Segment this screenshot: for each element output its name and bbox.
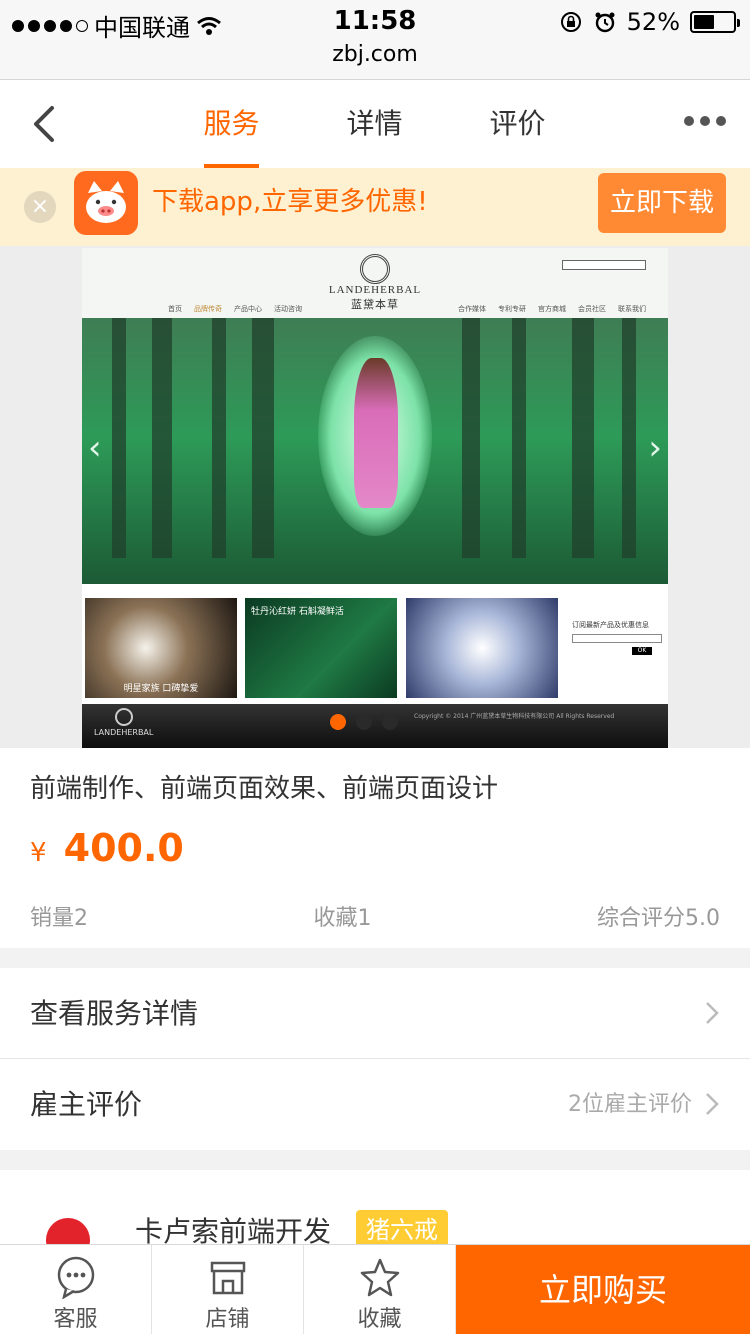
store-icon xyxy=(210,1261,245,1295)
preview-menu-item: 首页 xyxy=(168,305,182,313)
preview-model-figure xyxy=(354,358,398,508)
chevron-right-icon xyxy=(706,1002,719,1024)
tab-label: 收藏 xyxy=(357,1307,402,1332)
battery-percent: 52% xyxy=(626,8,680,36)
tab-details[interactable]: 详情 xyxy=(303,80,446,168)
customer-service-button[interactable]: 客服 xyxy=(0,1245,152,1334)
preview-thumbnails: 明星家族 口碑挚爱 牡丹沁红妍 石斛凝鲜活 订阅最新产品及优惠信息 OK xyxy=(82,590,668,702)
product-title: 前端制作、前端页面效果、前端页面设计 xyxy=(30,774,499,804)
brand-name: LANDEHERBAL xyxy=(328,284,422,296)
price-value: 400.0 xyxy=(63,826,184,870)
seller-avatar xyxy=(46,1218,90,1244)
preview-search-box xyxy=(562,260,646,270)
view-service-details-row[interactable]: 查看服务详情 xyxy=(0,968,750,1059)
link-rows: 查看服务详情 雇主评价 2位雇主评价 xyxy=(0,968,750,1150)
preview-menu-item: 专利专研 xyxy=(498,305,526,313)
seller-name: 卡卢索前端开发 xyxy=(135,1215,332,1244)
preview-subscribe: 订阅最新产品及优惠信息 OK xyxy=(572,620,664,655)
row-label: 雇主评价 xyxy=(30,1088,143,1121)
favorite-button[interactable]: 收藏 xyxy=(304,1245,456,1334)
thumb-caption: 明星家族 口碑挚爱 xyxy=(123,684,199,694)
footer-copyright: Copyright © 2014 广州蓝黛本草生物科技有限公司 All Righ… xyxy=(414,713,615,720)
carousel-dot[interactable] xyxy=(356,714,372,730)
buy-now-button[interactable]: 立即购买 xyxy=(456,1245,750,1334)
reviews-count: 2位雇主评价 xyxy=(568,1092,692,1117)
subscribe-title: 订阅最新产品及优惠信息 xyxy=(572,621,649,629)
tab-label: 店铺 xyxy=(205,1307,250,1332)
bottom-action-bar: 客服 店铺 收藏 立即购买 xyxy=(0,1244,750,1334)
system-indicators: 52% xyxy=(559,8,740,36)
footer-emblem-icon xyxy=(114,708,133,726)
preview-hero-forest: ‹ › xyxy=(82,318,668,584)
preview-header: LANDEHERBAL 蓝黛本草 首页 品牌传奇 产品中心 活动咨询 合作媒体 … xyxy=(82,248,668,318)
promo-message: 下载app,立享更多优惠! xyxy=(152,187,428,217)
product-image-area: LANDEHERBAL 蓝黛本草 首页 品牌传奇 产品中心 活动咨询 合作媒体 … xyxy=(0,246,750,748)
chevron-right-icon xyxy=(706,1093,719,1115)
preview-menu-item: 活动咨询 xyxy=(274,305,302,313)
top-nav: 服务 详情 评价 xyxy=(0,80,750,168)
product-info: 前端制作、前端页面效果、前端页面设计 ¥ 400.0 销量2 收藏1 综合评分5… xyxy=(0,748,750,948)
thumb-caption: 牡丹沁红妍 石斛凝鲜活 xyxy=(251,607,344,617)
alarm-icon xyxy=(595,12,615,33)
preview-menu-item: 品牌传奇 xyxy=(194,305,222,313)
status-bar: 中国联通 11:58 52% zbj.com xyxy=(0,0,750,80)
favorites-count: 收藏1 xyxy=(313,906,372,931)
overall-rating: 综合评分5.0 xyxy=(597,906,720,931)
back-arrow-icon[interactable] xyxy=(28,100,68,148)
pig-logo-icon xyxy=(74,171,138,235)
tab-reviews[interactable]: 评价 xyxy=(446,80,589,168)
carousel-dot[interactable] xyxy=(330,714,346,730)
preview-next-arrow-icon: › xyxy=(648,428,662,468)
battery-icon xyxy=(690,11,740,33)
preview-menu-item: 官方商城 xyxy=(538,305,566,313)
rotation-lock-icon xyxy=(560,12,581,32)
row-label: 查看服务详情 xyxy=(30,997,199,1030)
nav-tabs: 服务 详情 评价 xyxy=(160,80,589,168)
preview-menu-item: 会员社区 xyxy=(578,305,606,313)
download-app-button[interactable]: 立即下载 xyxy=(598,173,726,233)
shop-button[interactable]: 店铺 xyxy=(152,1245,304,1334)
employer-reviews-row[interactable]: 雇主评价 2位雇主评价 xyxy=(0,1059,750,1150)
app-download-banner: × 下载app,立享更多优惠! 立即下载 xyxy=(0,168,750,246)
currency-symbol: ¥ xyxy=(30,838,47,868)
close-icon[interactable]: × xyxy=(24,191,56,223)
preview-menu-right: 合作媒体 专利专研 官方商城 会员社区 联系我们 xyxy=(458,304,646,314)
subscribe-ok: OK xyxy=(632,647,652,655)
preview-menu-left: 首页 品牌传奇 产品中心 活动咨询 xyxy=(168,304,302,314)
product-price: ¥ 400.0 xyxy=(30,826,184,870)
product-stats: 销量2 收藏1 综合评分5.0 xyxy=(30,900,720,932)
battery-level xyxy=(694,15,714,29)
carousel-dot[interactable] xyxy=(382,714,398,730)
preview-thumb-green: 牡丹沁红妍 石斛凝鲜活 xyxy=(245,598,397,698)
carousel-dots xyxy=(330,714,398,730)
subscribe-input xyxy=(572,634,662,643)
seller-card[interactable]: 卡卢索前端开发 猪六戒 xyxy=(0,1170,750,1244)
more-dots-icon[interactable] xyxy=(684,116,726,126)
brand-emblem-icon xyxy=(360,254,390,284)
chat-icon xyxy=(57,1256,94,1299)
product-image[interactable]: LANDEHERBAL 蓝黛本草 首页 品牌传奇 产品中心 活动咨询 合作媒体 … xyxy=(82,248,668,748)
seller-badge: 猪六戒 xyxy=(356,1210,448,1244)
url-label: zbj.com xyxy=(332,42,418,67)
preview-menu-item: 联系我们 xyxy=(618,305,646,313)
preview-thumb-bottles xyxy=(406,598,558,698)
preview-menu-item: 产品中心 xyxy=(234,305,262,313)
sales-count: 销量2 xyxy=(30,906,88,931)
star-icon xyxy=(360,1258,399,1297)
preview-thumb-cream: 明星家族 口碑挚爱 xyxy=(85,598,237,698)
footer-logo: LANDEHERBAL xyxy=(94,708,153,737)
preview-prev-arrow-icon: ‹ xyxy=(88,428,102,468)
preview-menu-item: 合作媒体 xyxy=(458,305,486,313)
tab-service[interactable]: 服务 xyxy=(160,80,303,168)
tab-label: 客服 xyxy=(53,1307,98,1332)
footer-brand: LANDEHERBAL xyxy=(94,728,154,737)
